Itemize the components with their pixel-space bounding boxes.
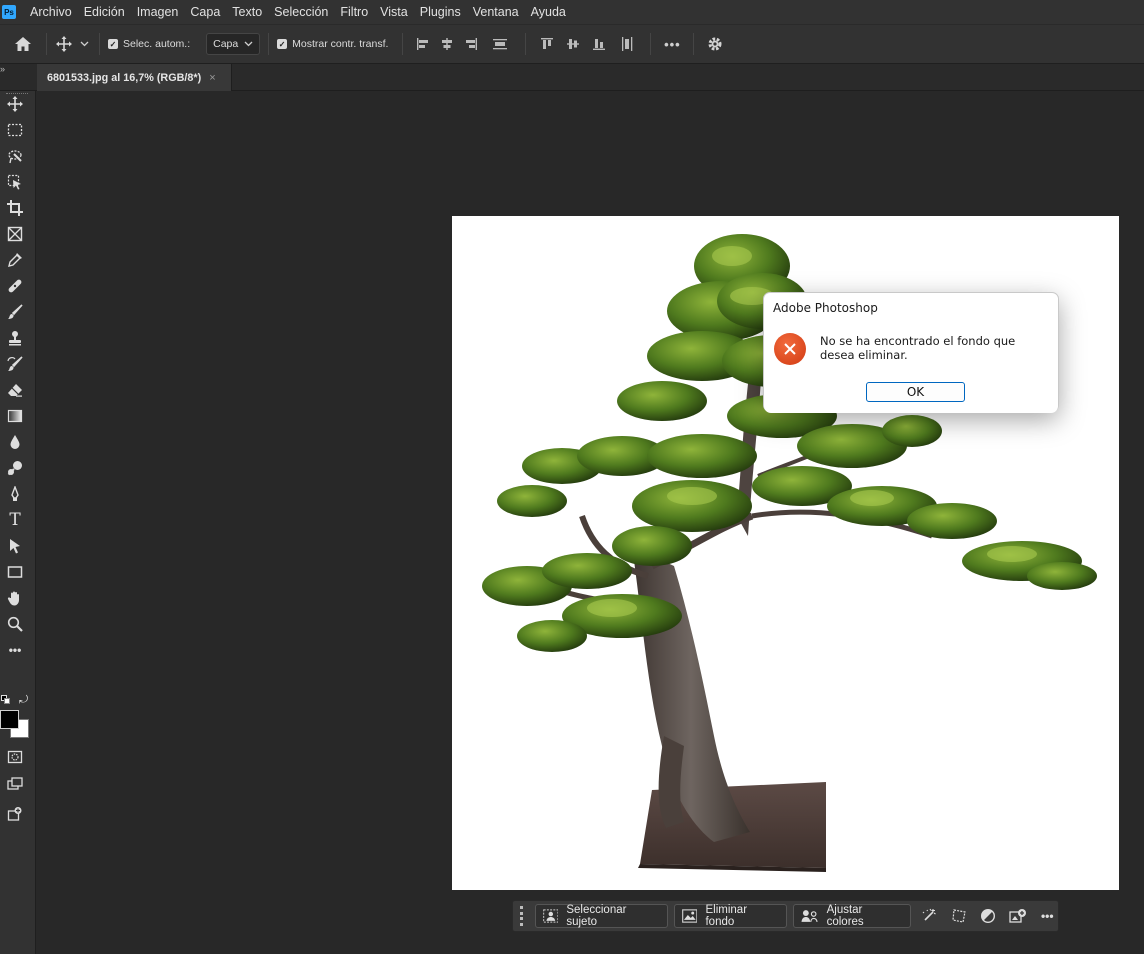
swap-colors-icon[interactable]: ⤾	[19, 694, 28, 707]
default-colors-icon[interactable]	[1, 695, 10, 704]
separator	[402, 33, 404, 55]
more-tools-icon[interactable]: •••	[4, 639, 26, 661]
adjust-colors-icon	[801, 910, 818, 922]
marquee-tool-icon[interactable]	[4, 119, 26, 141]
move-tool-icon[interactable]	[4, 93, 26, 115]
blur-tool-icon[interactable]	[4, 431, 26, 453]
dialog-title: Adobe Photoshop	[773, 301, 878, 315]
align-vertical-center-icon[interactable]	[560, 37, 586, 51]
align-horizontal-center-icon[interactable]	[435, 37, 459, 51]
adjustment-layer-icon[interactable]	[978, 905, 999, 927]
separator	[525, 33, 527, 55]
image-icon	[682, 909, 698, 923]
adjust-colors-button[interactable]: Ajustar colores	[793, 904, 911, 928]
path-selection-tool-icon[interactable]	[4, 535, 26, 557]
menu-filtro[interactable]: Filtro	[334, 5, 374, 19]
options-bar: ✓ Selec. autom.: Capa ✓ Mostrar contr. t…	[0, 24, 1144, 64]
separator	[268, 33, 270, 55]
menu-edicion[interactable]: Edición	[78, 5, 131, 19]
menu-capa[interactable]: Capa	[184, 5, 226, 19]
separator	[46, 33, 47, 55]
crop-tool-icon[interactable]	[4, 197, 26, 219]
clone-stamp-tool-icon[interactable]	[4, 327, 26, 349]
document-tab-title: 6801533.jpg al 16,7% (RGB/8*)	[47, 71, 202, 84]
auto-select-checkbox[interactable]: ✓	[108, 39, 118, 49]
collapse-panels-icon[interactable]: »	[0, 64, 10, 74]
dodge-tool-icon[interactable]	[4, 457, 26, 479]
tools-panel: T ••• ⤾	[0, 91, 36, 954]
auto-select-label: Selec. autom.:	[123, 38, 191, 50]
more-options-icon[interactable]: •••	[659, 37, 685, 52]
menu-seleccion[interactable]: Selección	[268, 5, 334, 19]
show-transform-checkbox[interactable]: ✓	[277, 39, 288, 49]
eraser-tool-icon[interactable]	[4, 379, 26, 401]
chevron-down-icon[interactable]	[77, 41, 91, 47]
dialog-message: No se ha encontrado el fondo que desea e…	[820, 334, 1016, 362]
show-transform-label: Mostrar contr. transf.	[292, 38, 389, 50]
menu-texto[interactable]: Texto	[226, 5, 268, 19]
gradient-tool-icon[interactable]	[4, 405, 26, 427]
remove-background-label: Eliminar fondo	[705, 904, 748, 928]
gear-icon[interactable]	[702, 36, 728, 52]
menu-ayuda[interactable]: Ayuda	[525, 5, 572, 19]
contextual-task-bar: Seleccionar sujeto Eliminar fondo Ajusta…	[512, 900, 1059, 932]
layer-select-value: Capa	[213, 38, 239, 50]
align-right-icon[interactable]	[459, 37, 483, 51]
generative-fill-icon[interactable]	[1007, 905, 1028, 927]
error-icon	[774, 333, 806, 365]
align-left-icon[interactable]	[411, 37, 435, 51]
photoshop-logo-icon[interactable]: Ps	[2, 5, 16, 19]
move-tool-preset-icon[interactable]	[55, 36, 73, 52]
sparkle-selection-icon[interactable]	[919, 905, 940, 927]
separator	[650, 33, 652, 55]
layer-select-dropdown[interactable]: Capa	[206, 33, 261, 55]
align-top-icon[interactable]	[534, 37, 560, 51]
quick-mask-icon[interactable]	[4, 746, 26, 768]
generative-fill-icon[interactable]	[4, 803, 26, 825]
adjust-colors-label: Ajustar colores	[826, 904, 864, 928]
transform-selection-icon[interactable]	[948, 905, 969, 927]
brush-tool-icon[interactable]	[4, 301, 26, 323]
error-dialog: Adobe Photoshop No se ha encontrado el f…	[763, 292, 1059, 413]
frame-tool-icon[interactable]	[4, 223, 26, 245]
align-bottom-icon[interactable]	[586, 37, 612, 51]
menu-plugins[interactable]: Plugins	[414, 5, 467, 19]
foreground-color-swatch[interactable]	[0, 710, 19, 729]
menu-vista[interactable]: Vista	[374, 5, 414, 19]
history-brush-tool-icon[interactable]	[4, 353, 26, 375]
separator	[693, 33, 695, 55]
drag-handle-icon[interactable]	[517, 906, 527, 926]
ok-button[interactable]: OK	[866, 382, 965, 402]
pen-tool-icon[interactable]	[4, 483, 26, 505]
separator	[99, 33, 100, 55]
menu-imagen[interactable]: Imagen	[131, 5, 185, 19]
menu-archivo[interactable]: Archivo	[24, 5, 78, 19]
remove-background-button[interactable]: Eliminar fondo	[673, 904, 788, 928]
zoom-tool-icon[interactable]	[4, 613, 26, 635]
close-icon[interactable]: ×	[209, 72, 215, 84]
document-tabs-bar: 6801533.jpg al 16,7% (RGB/8*) ×	[0, 64, 1144, 91]
document-tab[interactable]: 6801533.jpg al 16,7% (RGB/8*) ×	[37, 64, 232, 91]
select-subject-label: Seleccionar sujeto	[566, 904, 627, 928]
select-subject-button[interactable]: Seleccionar sujeto	[534, 904, 668, 928]
eyedropper-tool-icon[interactable]	[4, 249, 26, 271]
chevron-down-icon	[244, 41, 253, 47]
menu-bar: Ps Archivo Edición Imagen Capa Texto Sel…	[0, 0, 1144, 24]
object-selection-tool-icon[interactable]	[4, 171, 26, 193]
home-icon[interactable]	[8, 36, 38, 52]
lasso-tool-icon[interactable]	[4, 145, 26, 167]
type-tool-icon[interactable]: T	[4, 509, 26, 531]
screen-mode-icon[interactable]	[4, 773, 26, 795]
select-subject-icon	[542, 909, 559, 923]
rectangle-tool-icon[interactable]	[4, 561, 26, 583]
distribute-vertical-icon[interactable]	[483, 37, 517, 51]
hand-tool-icon[interactable]	[4, 587, 26, 609]
healing-brush-tool-icon[interactable]	[4, 275, 26, 297]
distribute-horizontal-icon[interactable]	[612, 36, 642, 52]
menu-ventana[interactable]: Ventana	[467, 5, 525, 19]
more-options-icon[interactable]: •••	[1037, 905, 1058, 927]
